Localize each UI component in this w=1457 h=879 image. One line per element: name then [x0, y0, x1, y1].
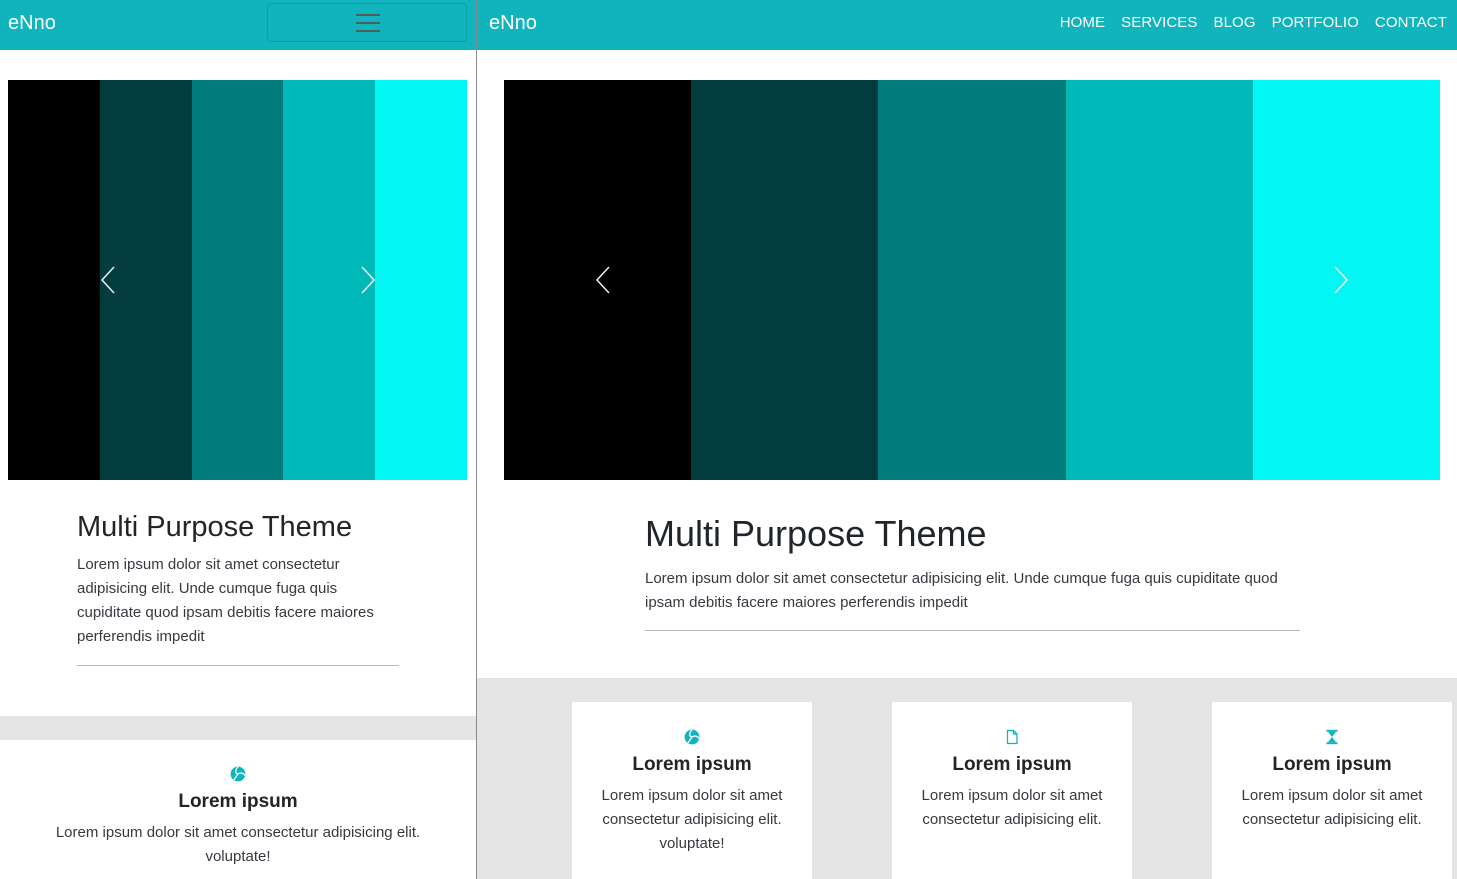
navbar: eNno [0, 0, 476, 50]
nav-menu: HOME SERVICES BLOG PORTFOLIO CONTACT [1060, 14, 1447, 31]
card-title: Lorem ipsum [952, 754, 1072, 775]
service-card: Lorem ipsum Lorem ipsum dolor sit amet c… [0, 740, 476, 879]
carousel-next-button[interactable] [352, 264, 382, 296]
chevron-right-icon [361, 266, 376, 294]
services-section: Lorem ipsum Lorem ipsum dolor sit amet c… [0, 716, 476, 879]
card-text: Lorem ipsum dolor sit amet consectetur a… [921, 787, 1103, 828]
hero-divider [77, 664, 399, 666]
hero-title: Multi Purpose Theme [645, 513, 987, 554]
hero-section: Multi Purpose Theme Lorem ipsum dolor si… [77, 510, 399, 666]
carousel-stripe [8, 80, 100, 480]
service-card: Lorem ipsum Lorem ipsum dolor sit amet c… [572, 702, 812, 879]
hero-carousel [8, 80, 467, 480]
nav-link-home[interactable]: HOME [1060, 14, 1105, 31]
card-title: Lorem ipsum [632, 754, 752, 775]
desktop-preview: eNno HOME SERVICES BLOG PORTFOLIO CONTAC… [477, 0, 1457, 879]
brand-logo[interactable]: eNno [489, 12, 537, 35]
service-card: Lorem ipsum Lorem ipsum dolor sit amet c… [1212, 702, 1452, 879]
card-title: Lorem ipsum [1272, 754, 1392, 775]
hamburger-icon [356, 14, 380, 32]
services-section: Lorem ipsum Lorem ipsum dolor sit amet c… [477, 678, 1457, 879]
navbar-toggler-button[interactable] [267, 3, 467, 42]
carousel-stripe [191, 80, 284, 480]
hourglass-icon [1324, 729, 1340, 745]
volleyball-icon [684, 729, 700, 745]
carousel-stripe [878, 80, 1066, 480]
chevron-left-icon [595, 266, 610, 294]
card-text: Lorem ipsum dolor sit amet consectetur a… [55, 824, 421, 865]
volleyball-icon [230, 766, 246, 782]
nav-link-portfolio[interactable]: PORTFOLIO [1272, 14, 1359, 31]
card-text: Lorem ipsum dolor sit amet consectetur a… [1241, 787, 1423, 828]
chevron-right-icon [1334, 266, 1349, 294]
hero-text: Lorem ipsum dolor sit amet consectetur a… [645, 570, 1278, 612]
hero-carousel [504, 80, 1440, 480]
carousel-next-button[interactable] [1325, 264, 1355, 296]
navbar: eNno HOME SERVICES BLOG PORTFOLIO CONTAC… [477, 0, 1457, 50]
carousel-prev-button[interactable] [589, 264, 619, 296]
nav-link-services[interactable]: SERVICES [1121, 14, 1197, 31]
chevron-left-icon [100, 266, 115, 294]
card-text: Lorem ipsum dolor sit amet consectetur a… [601, 787, 783, 852]
carousel-stripe [1065, 80, 1253, 480]
nav-link-contact[interactable]: CONTACT [1375, 14, 1447, 31]
carousel-prev-button[interactable] [94, 264, 124, 296]
brand-logo[interactable]: eNno [8, 12, 56, 35]
nav-link-blog[interactable]: BLOG [1214, 14, 1256, 31]
hero-divider [645, 630, 1300, 632]
file-icon [1004, 729, 1020, 745]
mobile-preview: eNno Multi Purpose Theme Lorem ipsum dol… [0, 0, 476, 879]
service-card: Lorem ipsum Lorem ipsum dolor sit amet c… [892, 702, 1132, 879]
carousel-stripe [691, 80, 879, 480]
hero-title: Multi Purpose Theme [77, 511, 353, 543]
hero-section: Multi Purpose Theme Lorem ipsum dolor si… [645, 512, 1300, 632]
card-title: Lorem ipsum [178, 791, 298, 812]
hero-text: Lorem ipsum dolor sit amet consectetur a… [77, 555, 374, 645]
carousel-stripe [375, 80, 467, 480]
